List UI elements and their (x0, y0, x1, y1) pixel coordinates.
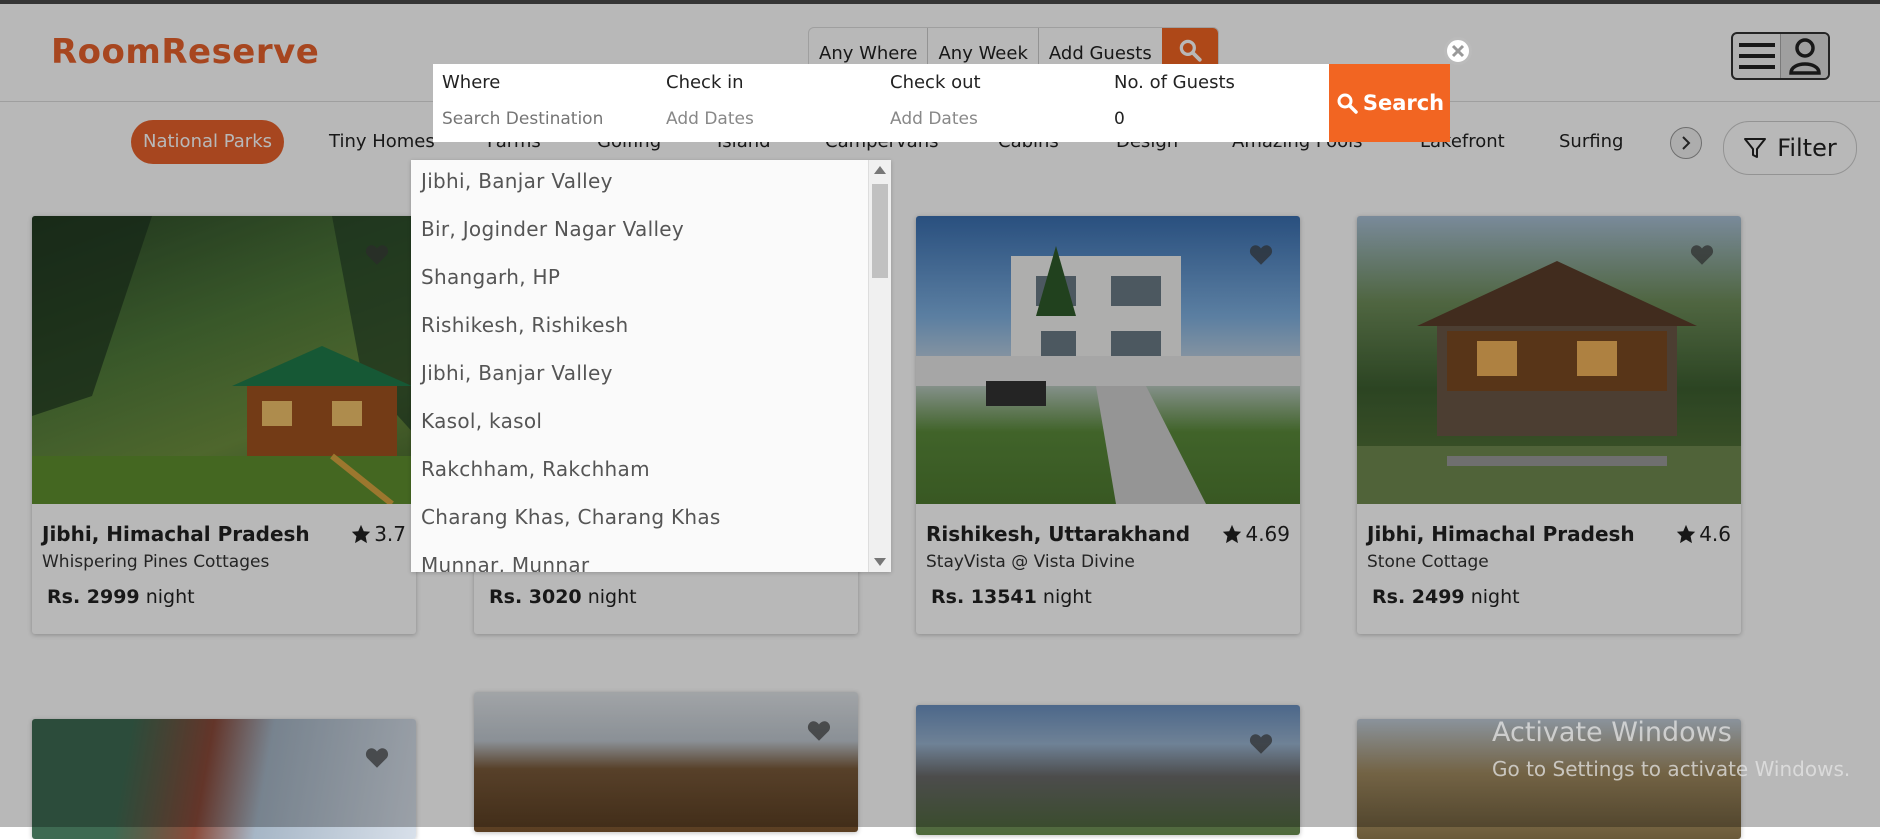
activation-watermark-subtitle: Go to Settings to activate Windows. (1492, 757, 1851, 781)
where-label: Where (442, 72, 501, 93)
guests-field[interactable]: No. of Guests 0 (1105, 64, 1329, 142)
destination-option[interactable]: Bir, Joginder Nagar Valley (421, 217, 684, 241)
destination-dropdown[interactable]: Jibhi, Banjar Valley Bir, Joginder Nagar… (411, 160, 891, 572)
close-search-button[interactable] (1444, 37, 1472, 65)
destination-option[interactable]: Jibhi, Banjar Valley (421, 361, 613, 385)
search-icon (1337, 93, 1358, 114)
scrollbar-thumb[interactable] (872, 184, 888, 278)
checkout-label: Check out (890, 72, 981, 93)
destination-option[interactable]: Kasol, kasol (421, 409, 542, 433)
checkin-value[interactable]: Add Dates (666, 109, 754, 129)
scroll-down-arrow-icon[interactable] (874, 558, 886, 566)
destination-option[interactable]: Rakchham, Rakchham (421, 457, 650, 481)
destination-input[interactable] (442, 109, 642, 129)
close-icon (1451, 44, 1465, 58)
destination-option[interactable]: Jibhi, Banjar Valley (421, 169, 613, 193)
scroll-up-arrow-icon[interactable] (874, 166, 886, 174)
checkin-label: Check in (666, 72, 744, 93)
activation-watermark-title: Activate Windows (1492, 717, 1732, 748)
dropdown-scrollbar[interactable] (868, 160, 891, 572)
search-button[interactable]: Search (1329, 64, 1450, 142)
destination-option[interactable]: Charang Khas, Charang Khas (421, 505, 721, 529)
search-button-label: Search (1362, 91, 1445, 115)
checkin-field[interactable]: Check in Add Dates (657, 64, 881, 142)
guests-value[interactable]: 0 (1114, 109, 1125, 129)
where-field[interactable]: Where (433, 64, 657, 142)
checkout-value[interactable]: Add Dates (890, 109, 978, 129)
search-panel: Where Check in Add Dates Check out Add D… (433, 64, 1450, 142)
destination-option[interactable]: Rishikesh, Rishikesh (421, 313, 628, 337)
destination-option[interactable]: Shangarh, HP (421, 265, 560, 289)
destination-option[interactable]: Munnar, Munnar (421, 553, 589, 572)
checkout-field[interactable]: Check out Add Dates (881, 64, 1105, 142)
guests-label: No. of Guests (1114, 72, 1235, 93)
